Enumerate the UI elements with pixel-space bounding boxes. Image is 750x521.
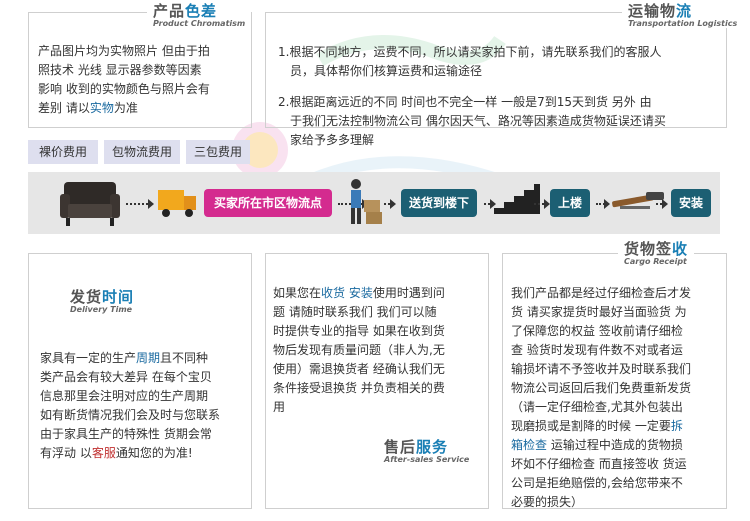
flow-arrow-7 (596, 199, 610, 209)
flow-arrow-6 (534, 199, 550, 209)
tab-logistics-fee[interactable]: 包物流费用 (104, 140, 180, 164)
cargo-receipt-text: 我们产品都是经过仔细检查后才发 货 请买家提货时最好当面验货 为 了保障您的权益… (511, 286, 692, 509)
stairs-icon (494, 184, 540, 214)
cargo-receipt-title: 货物签收 Cargo Receipt (618, 242, 695, 266)
delivery-flow-bar: 买家所在市区物流点 送货到楼下 上楼 安装 (28, 172, 720, 234)
tab-bare-price[interactable]: 裸价费用 (28, 140, 98, 164)
porter-icon (351, 179, 382, 224)
step-local-logistics-point: 买家所在市区物流点 (204, 189, 332, 217)
transport-text: 1.根据不同地方，运费不同，所以请买家拍下前，请先联系我们的客服人 员，具体帮你… (278, 45, 666, 147)
tab-three-guarantees-fee[interactable]: 三包费用 (186, 140, 250, 164)
delivery-time-title: 发货时间 Delivery Time (70, 288, 135, 314)
flow-arrow-5 (484, 199, 496, 209)
step-carry-upstairs: 上楼 (550, 189, 590, 217)
step-install: 安装 (671, 189, 711, 217)
tools-icon (612, 192, 664, 209)
sofa-icon (60, 182, 120, 226)
truck-icon (158, 190, 196, 217)
flow-arrow-1 (126, 199, 154, 209)
delivery-time-text: 家具有一定的生产周期且不同种 类产品会有较大差异 在每个宝贝 信息那里会注明对应… (40, 351, 221, 460)
transport-title: 运输物流 Transportation Logistics (622, 4, 744, 28)
flow-arrow-8 (656, 199, 668, 209)
after-sales-title: 售后服务 After-sales Service (384, 438, 470, 464)
after-sales-text: 如果您在收货 安装使用时遇到问 题 请随时联系我们 我们可以随 时提供专业的指导… (273, 286, 445, 414)
color-difference-title: 产品色差 Product Chromatism (147, 4, 252, 28)
step-deliver-downstairs: 送货到楼下 (401, 189, 477, 217)
flow-arrow-4 (384, 199, 396, 209)
color-difference-text: 产品图片均为实物照片 但由于拍 照技术 光线 显示器参数等因素 影响 收到的实物… (38, 44, 210, 115)
